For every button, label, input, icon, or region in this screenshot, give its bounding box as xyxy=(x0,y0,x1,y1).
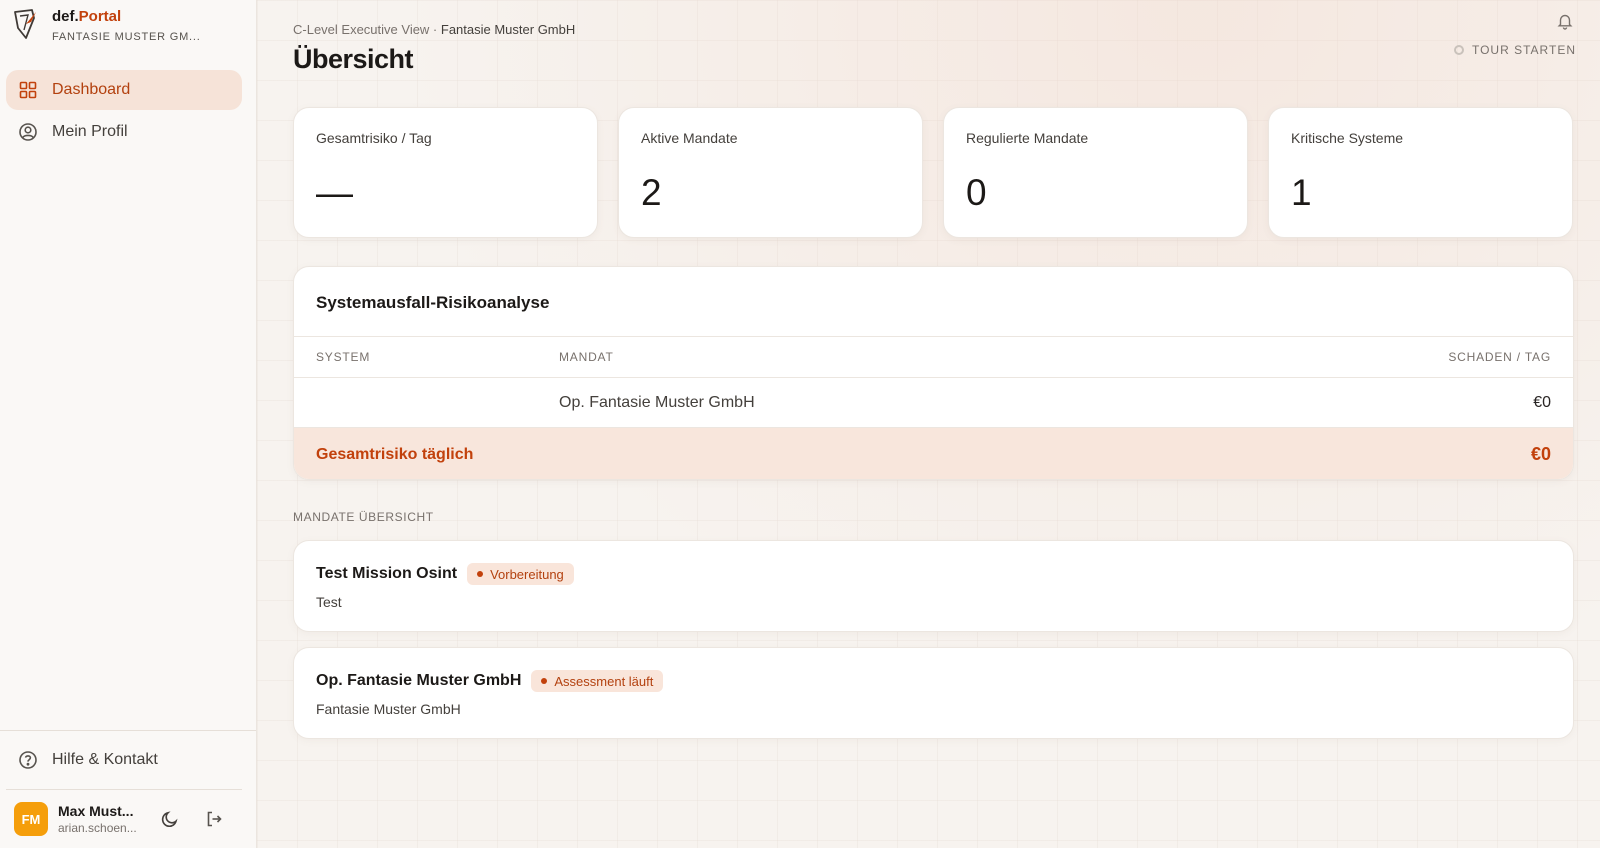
stat-value: 0 xyxy=(966,172,987,213)
risk-analysis-card: Systemausfall-Risikoanalyse SYSTEM MANDA… xyxy=(293,266,1574,480)
risk-analysis-title: Systemausfall-Risikoanalyse xyxy=(294,267,1573,337)
user-email: arian.schoen... xyxy=(58,821,137,835)
mandate-title: Op. Fantasie Muster GmbH xyxy=(316,672,522,689)
status-dot-icon xyxy=(541,678,548,684)
status-label: Vorbereitung xyxy=(490,566,564,582)
brand-name-prefix: def. xyxy=(52,8,79,25)
sidebar: def.Portal FANTASIE MUSTER GM... Dashboa… xyxy=(0,0,257,848)
user-panel: FM Max Must... arian.schoen... xyxy=(0,790,256,848)
stat-value: 1 xyxy=(1291,172,1312,213)
stat-card-active-mandates: Aktive Mandate 2 xyxy=(618,107,923,238)
status-badge: Assessment läuft xyxy=(531,670,664,692)
status-label: Assessment läuft xyxy=(554,673,654,689)
user-name: Max Must... xyxy=(58,803,134,819)
column-header-mandate: MANDAT xyxy=(559,350,614,364)
brand-name-suffix: Portal xyxy=(78,8,122,25)
mandate-card[interactable]: Test Mission Osint Vorbereitung Test xyxy=(293,540,1574,632)
app: def.Portal FANTASIE MUSTER GM... Dashboa… xyxy=(0,0,1600,848)
status-badge: Vorbereitung xyxy=(467,563,574,585)
breadcrumb: C-Level Executive View · Fantasie Muster… xyxy=(293,22,575,37)
grid-icon xyxy=(18,80,38,100)
tour-start-button[interactable]: TOUR STARTEN xyxy=(1453,43,1576,57)
stat-label: Kritische Systeme xyxy=(1291,130,1404,146)
stat-label: Gesamtrisiko / Tag xyxy=(316,130,432,146)
logout-button[interactable] xyxy=(196,801,232,837)
bell-icon xyxy=(1557,14,1573,30)
help-label: Hilfe & Kontakt xyxy=(52,751,158,768)
table-row[interactable]: Op. Fantasie Muster GmbH €0 xyxy=(294,378,1573,428)
main-content: TOUR STARTEN C-Level Executive View · Fa… xyxy=(257,0,1600,848)
cell-damage: €0 xyxy=(1533,393,1551,411)
stat-value: 2 xyxy=(641,172,662,213)
help-link[interactable]: Hilfe & Kontakt xyxy=(0,731,256,789)
brand-name: def.Portal xyxy=(52,8,201,26)
page-title: Übersicht xyxy=(293,44,414,74)
brand[interactable]: def.Portal FANTASIE MUSTER GM... xyxy=(0,0,256,62)
total-label: Gesamtrisiko täglich xyxy=(316,445,474,463)
total-value: €0 xyxy=(1530,444,1551,464)
sidebar-item-profile[interactable]: Mein Profil xyxy=(6,112,242,152)
stat-label: Aktive Mandate xyxy=(641,130,738,146)
circle-icon xyxy=(1453,45,1464,55)
logout-icon xyxy=(207,811,222,827)
status-dot-icon xyxy=(477,571,484,577)
sidebar-nav: Dashboard Mein Profil xyxy=(0,62,256,154)
logo-icon xyxy=(14,9,36,39)
mandate-title: Test Mission Osint xyxy=(316,565,458,582)
stat-card-total-risk: Gesamtrisiko / Tag — xyxy=(293,107,598,238)
total-row: Gesamtrisiko täglich €0 xyxy=(294,428,1573,479)
stats-row: Gesamtrisiko / Tag — Aktive Mandate 2 Re… xyxy=(293,107,1573,238)
stat-value: — xyxy=(316,172,353,213)
sidebar-item-label: Mein Profil xyxy=(52,123,128,140)
help-circle-icon xyxy=(19,751,37,769)
notifications-button[interactable] xyxy=(1556,12,1576,32)
brand-org: FANTASIE MUSTER GM... xyxy=(52,31,201,43)
mandate-card[interactable]: Op. Fantasie Muster GmbH Assessment läuf… xyxy=(293,647,1574,739)
avatar[interactable]: FM xyxy=(14,802,48,836)
breadcrumb-org[interactable]: Fantasie Muster GmbH xyxy=(441,22,575,37)
tour-label: TOUR STARTEN xyxy=(1471,43,1576,57)
moon-icon xyxy=(161,811,178,828)
column-header-system: SYSTEM xyxy=(316,350,371,364)
mandate-subtitle: Test xyxy=(316,594,342,610)
sidebar-footer: Hilfe & Kontakt FM Max Must... arian.sch… xyxy=(0,730,256,848)
theme-toggle-button[interactable] xyxy=(152,801,188,837)
cell-mandate: Op. Fantasie Muster GmbH xyxy=(559,393,755,411)
mandate-subtitle: Fantasie Muster GmbH xyxy=(316,701,461,717)
breadcrumb-view: C-Level Executive View · xyxy=(293,22,441,37)
table-header: SYSTEM MANDAT SCHADEN / TAG xyxy=(294,337,1573,378)
user-circle-icon xyxy=(18,122,38,142)
stat-card-regulated-mandates: Regulierte Mandate 0 xyxy=(943,107,1248,238)
stat-label: Regulierte Mandate xyxy=(966,130,1089,146)
sidebar-item-dashboard[interactable]: Dashboard xyxy=(6,70,242,110)
sidebar-item-label: Dashboard xyxy=(52,81,131,98)
mandates-section-label: MANDATE ÜBERSICHT xyxy=(293,510,434,524)
stat-card-critical-systems: Kritische Systeme 1 xyxy=(1268,107,1573,238)
column-header-damage: SCHADEN / TAG xyxy=(1448,350,1551,364)
